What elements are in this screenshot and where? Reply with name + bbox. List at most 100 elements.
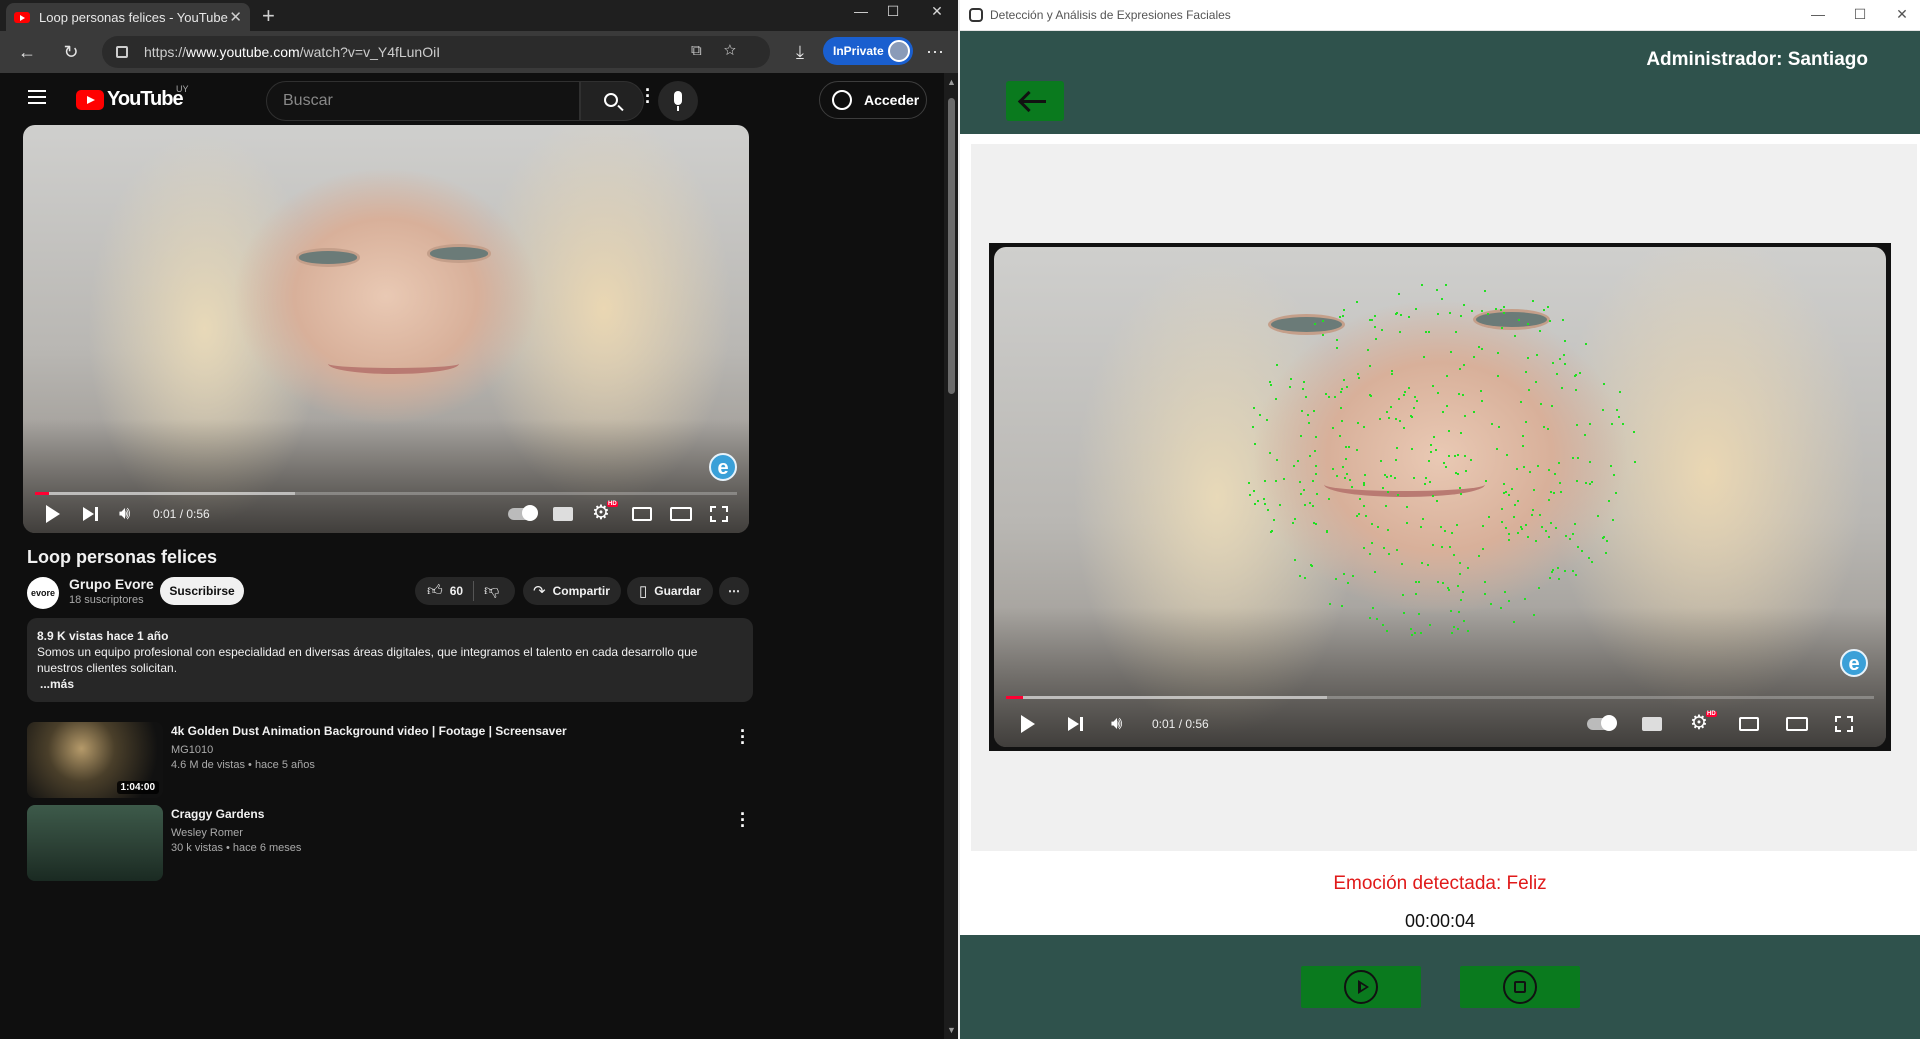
face-landmark-point	[1611, 422, 1614, 425]
related-title[interactable]: Craggy Gardens	[171, 807, 711, 821]
search-input[interactable]	[267, 82, 579, 120]
maximize-button[interactable]: ☐	[878, 3, 908, 20]
signin-button[interactable]: Acceder	[819, 81, 927, 119]
autoplay-toggle-icon[interactable]	[508, 505, 538, 521]
face-landmark-point	[1312, 410, 1315, 413]
share-button[interactable]: ↷ Compartir	[523, 577, 621, 605]
face-landmark-point	[1521, 444, 1524, 447]
face-landmark-point	[1436, 580, 1439, 583]
face-landmark-point	[1496, 352, 1499, 355]
face-landmark-point	[1463, 364, 1466, 367]
minimize-button[interactable]: —	[846, 3, 876, 19]
face-landmark-point	[1508, 532, 1511, 535]
related-channel[interactable]: Wesley Romer	[171, 827, 243, 839]
app-close-button[interactable]: ✕	[1887, 6, 1917, 23]
start-detection-button[interactable]	[1301, 966, 1421, 1008]
face-landmark-point	[1398, 419, 1401, 422]
hd-badge: HD	[607, 501, 618, 507]
address-bar-icons[interactable]: ⧉☆	[691, 42, 758, 59]
face-landmark-point	[1405, 506, 1408, 509]
played-bar	[35, 492, 50, 495]
back-icon[interactable]: ←	[14, 39, 40, 65]
face-landmark-point	[1402, 612, 1405, 615]
face-landmark-point	[1553, 473, 1556, 476]
search-button[interactable]	[580, 81, 644, 121]
refresh-icon[interactable]: ↻	[58, 39, 84, 65]
app-minimize-button[interactable]: —	[1803, 6, 1833, 22]
face-landmark-point	[1504, 490, 1507, 493]
progress-bar[interactable]	[35, 492, 737, 495]
download-icon[interactable]: ⤓	[787, 39, 813, 65]
description-more-link[interactable]: ...más	[40, 676, 743, 692]
related-menu-icon[interactable]: · · ·	[733, 805, 753, 835]
face-landmark-point	[1589, 461, 1592, 464]
related-video[interactable]: Craggy Gardens Wesley Romer 30 k vistas …	[27, 805, 757, 881]
admin-label: Administrador: Santiago	[1646, 49, 1868, 70]
related-channel[interactable]: MG1010	[171, 744, 213, 756]
like-count[interactable]: 60	[450, 584, 463, 598]
scrollbar-thumb[interactable]	[948, 98, 955, 394]
fullscreen-icon[interactable]	[710, 506, 728, 522]
face-landmark-point	[1563, 354, 1566, 357]
face-landmark-point	[1422, 356, 1425, 359]
volume-icon[interactable]: 🔊︎	[119, 503, 130, 524]
face-landmark-point	[1547, 499, 1550, 502]
settings-menu-icon[interactable]: · · ·	[638, 81, 658, 111]
face-landmark-point	[1274, 398, 1277, 401]
subtitles-icon[interactable]	[553, 507, 573, 521]
related-video[interactable]: 1:04:00 4k Golden Dust Animation Backgro…	[27, 722, 757, 798]
new-tab-button[interactable]: +	[262, 3, 275, 29]
address-bar[interactable]: https://www.youtube.com/watch?v=v_Y4fLun…	[102, 36, 770, 68]
related-thumbnail[interactable]: 1:04:00	[27, 722, 163, 798]
channel-watermark-icon[interactable]: e	[709, 453, 737, 481]
page-scrollbar[interactable]: ▲ ▼	[944, 73, 958, 1039]
dislike-icon[interactable]: 👎︎	[484, 582, 499, 600]
buffered-bar	[35, 492, 295, 495]
next-icon[interactable]	[83, 507, 98, 521]
face-landmark-point	[1385, 505, 1388, 508]
inprivate-badge[interactable]: InPrivate	[823, 37, 913, 65]
browser-menu-icon[interactable]: ⋯	[922, 39, 948, 65]
face-landmark-point	[1430, 451, 1433, 454]
face-landmark-point	[1560, 386, 1563, 389]
theater-icon[interactable]	[670, 507, 692, 521]
miniplayer-icon[interactable]	[632, 507, 652, 521]
back-button[interactable]	[1006, 81, 1064, 121]
browser-tab-youtube[interactable]: Loop personas felices - YouTube ✕	[6, 3, 250, 31]
close-tab-icon[interactable]: ✕	[229, 8, 242, 26]
face-landmark-point	[1415, 399, 1418, 402]
related-menu-icon[interactable]: · · ·	[733, 722, 753, 752]
face-landmark-point	[1445, 405, 1448, 408]
related-title[interactable]: 4k Golden Dust Animation Background vide…	[171, 724, 711, 738]
video-player[interactable]: e 🔊︎ 0:01 / 0:56 ⚙ HD	[23, 125, 749, 533]
face-landmark-point	[1552, 361, 1555, 364]
channel-name[interactable]: Grupo Evore	[69, 576, 154, 592]
youtube-favicon-icon	[14, 11, 30, 23]
youtube-logo[interactable]: YouTube UY	[76, 84, 189, 111]
scroll-up-icon[interactable]: ▲	[947, 77, 956, 87]
more-actions-button[interactable]: ⋯	[719, 577, 749, 605]
face-landmark-point	[1342, 315, 1345, 318]
face-landmark-point	[1376, 618, 1379, 621]
face-landmark-point	[1550, 404, 1553, 407]
play-icon[interactable]	[46, 505, 60, 523]
face-landmark-point	[1304, 577, 1307, 580]
channel-avatar[interactable]: evore	[27, 577, 59, 609]
face-landmark-point	[1269, 452, 1272, 455]
face-landmark-point	[1410, 415, 1413, 418]
menu-icon[interactable]	[28, 90, 46, 104]
close-window-button[interactable]: ✕	[922, 3, 952, 20]
save-button[interactable]: ▯ Guardar	[627, 577, 713, 605]
face-landmark-point	[1547, 428, 1550, 431]
like-icon[interactable]: 👍︎	[427, 582, 443, 600]
face-landmark-point	[1611, 519, 1614, 522]
face-landmark-point	[1548, 469, 1551, 472]
app-maximize-button[interactable]: ☐	[1845, 6, 1875, 23]
mic-icon[interactable]	[658, 81, 698, 121]
subscribe-button[interactable]: Suscribirse	[160, 577, 244, 605]
face-landmark-point	[1496, 374, 1499, 377]
description-box[interactable]: 8.9 K vistas hace 1 año Somos un equipo …	[27, 618, 753, 702]
related-thumbnail[interactable]	[27, 805, 163, 881]
stop-detection-button[interactable]	[1460, 966, 1580, 1008]
scroll-down-icon[interactable]: ▼	[947, 1025, 956, 1035]
